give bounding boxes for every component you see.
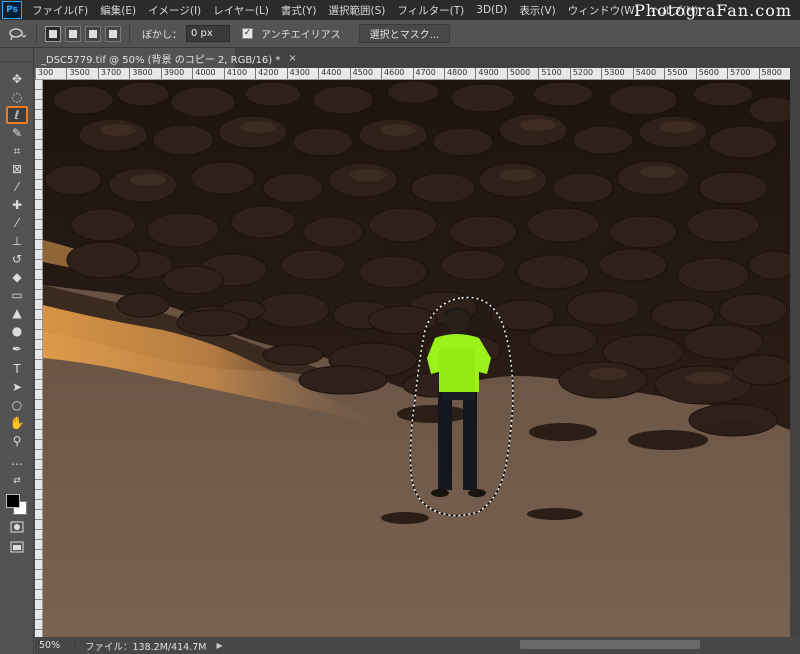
ruler-tick-label: 300 xyxy=(35,68,53,79)
separator xyxy=(36,23,37,44)
pen-tool-icon[interactable]: ✒ xyxy=(6,340,28,358)
site-watermark: PhotograFan.com xyxy=(634,1,792,20)
photoshop-logo: Ps xyxy=(2,1,22,19)
lasso-preset-icon[interactable] xyxy=(8,24,28,44)
menu-window[interactable]: ウィンドウ(W) xyxy=(562,3,645,18)
swap-colors-icon[interactable]: ⇄ xyxy=(6,472,28,490)
intersect-selection-mode-icon[interactable] xyxy=(105,25,121,42)
clone-stamp-tool-icon[interactable]: ⊥ xyxy=(6,232,28,250)
document-tab[interactable]: _DSC5779.tif @ 50% (背景 のコピー 2, RGB/16) *… xyxy=(35,48,297,68)
path-select-tool-icon[interactable]: ➤ xyxy=(6,378,28,396)
frame-tool-icon[interactable]: ⊠ xyxy=(6,160,28,178)
zoom-tool-icon[interactable]: ⚲ xyxy=(6,432,28,450)
menu-bar: Ps ファイル(F) 編集(E) イメージ(I) レイヤー(L) 書式(Y) 選… xyxy=(0,0,800,20)
brush-tool-icon[interactable]: ⁄ xyxy=(6,214,28,232)
document-tab-bar: _DSC5779.tif @ 50% (背景 のコピー 2, RGB/16) *… xyxy=(35,48,800,68)
dodge-tool-icon[interactable]: ● xyxy=(6,322,28,340)
hand-tool-icon[interactable]: ✋ xyxy=(6,414,28,432)
menu-select[interactable]: 選択範囲(S) xyxy=(323,3,392,18)
ruler-tick-label: 3900 xyxy=(160,68,184,79)
ruler-tick-label: 3700 xyxy=(97,68,121,79)
history-brush-tool-icon[interactable]: ↺ xyxy=(6,250,28,268)
ruler-tick-label: 4600 xyxy=(381,68,404,79)
ruler-tick-label: 5700 xyxy=(727,68,750,79)
crop-tool-icon[interactable]: ⌗ xyxy=(6,142,28,160)
select-and-mask-button[interactable]: 選択とマスク... xyxy=(358,24,451,43)
shape-tool-icon[interactable]: ○ xyxy=(6,396,28,414)
more-tools-icon[interactable]: … xyxy=(6,452,28,470)
ruler-tick-label: 4200 xyxy=(255,68,279,79)
close-tab-icon[interactable]: × xyxy=(288,53,296,64)
type-tool-icon[interactable]: T xyxy=(6,360,28,378)
options-bar: ぼかし： ✓ アンチエイリアス 選択とマスク... xyxy=(0,20,800,48)
eraser-tool-icon[interactable]: ◆ xyxy=(6,268,28,286)
status-menu-arrow-icon[interactable]: ▶ xyxy=(217,641,223,650)
new-selection-mode-icon[interactable] xyxy=(45,25,61,42)
ruler-tick-label: 4100 xyxy=(223,68,247,79)
image-canvas[interactable] xyxy=(43,80,790,637)
ruler-tick-label: 5600 xyxy=(695,68,719,79)
ruler-tick-label: 4500 xyxy=(349,68,373,79)
quick-select-tool-icon[interactable]: ✎ xyxy=(6,124,28,142)
ruler-tick-label: 4000 xyxy=(192,68,216,79)
lasso-tool-icon[interactable]: ℓ xyxy=(6,106,28,124)
quick-mask-icon[interactable] xyxy=(6,518,28,536)
menu-view[interactable]: 表示(V) xyxy=(513,3,561,18)
add-selection-mode-icon[interactable] xyxy=(65,25,81,42)
vertical-scrollbar[interactable] xyxy=(790,68,800,637)
menu-filter[interactable]: フィルター(T) xyxy=(391,3,470,18)
ruler-tick-label: 5800 xyxy=(758,68,782,79)
menu-image[interactable]: イメージ(I) xyxy=(142,3,207,18)
foreground-color-swatch[interactable] xyxy=(6,494,20,508)
ruler-tick-label: 5200 xyxy=(569,68,593,79)
beach-photo xyxy=(43,80,790,637)
subtract-selection-mode-icon[interactable] xyxy=(85,25,101,42)
ruler-tick-label: 3800 xyxy=(129,68,153,79)
horizontal-ruler[interactable]: 300 3500 3700 3800 3900 4000 4100 4200 4300 4400 4… xyxy=(35,68,790,80)
antialias-checkbox[interactable]: ✓ xyxy=(242,28,253,39)
tools-panel: ✥ ◌ ℓ ✎ ⌗ ⊠ ⁄ ✚ ⁄ ⊥ ↺ ◆ ▭ ▲ ● ✒ T ➤ ○ ✋ ⚲… ⇄ xyxy=(0,48,34,654)
marquee-tool-icon[interactable]: ◌ xyxy=(6,88,28,106)
ruler-tick-label: 5500 xyxy=(664,68,688,79)
ruler-tick-label: 4900 xyxy=(475,68,499,79)
move-tool-icon[interactable]: ✥ xyxy=(6,70,28,88)
eyedropper-tool-icon[interactable]: ⁄ xyxy=(6,178,28,196)
ruler-tick-label: 4300 xyxy=(286,68,310,79)
screen-mode-icon[interactable] xyxy=(6,538,28,556)
horizontal-scrollbar-thumb[interactable] xyxy=(520,640,700,649)
gradient-tool-icon[interactable]: ▭ xyxy=(6,286,28,304)
document-tab-title: _DSC5779.tif @ 50% (背景 のコピー 2, RGB/16) * xyxy=(41,54,281,66)
antialias-label: アンチエイリアス xyxy=(261,30,341,41)
ruler-tick-label: 4400 xyxy=(318,68,341,79)
menu-edit[interactable]: 編集(E) xyxy=(94,3,142,18)
ruler-tick-label: 3500 xyxy=(66,68,90,79)
ruler-tick-label: 5400 xyxy=(632,68,656,79)
menu-type[interactable]: 書式(Y) xyxy=(275,3,323,18)
menu-3d[interactable]: 3D(D) xyxy=(470,4,513,16)
ruler-tick-label: 4800 xyxy=(443,68,467,79)
menu-layer[interactable]: レイヤー(L) xyxy=(207,3,275,18)
ruler-tick-label: 4700 xyxy=(412,68,436,79)
ruler-tick-label: 5000 xyxy=(506,68,530,79)
menu-file[interactable]: ファイル(F) xyxy=(26,3,94,18)
zoom-level[interactable]: 50% xyxy=(35,640,75,651)
blur-tool-icon[interactable]: ▲ xyxy=(6,304,28,322)
healing-brush-tool-icon[interactable]: ✚ xyxy=(6,196,28,214)
panel-grip[interactable] xyxy=(0,48,33,62)
file-size-info: ファイル：138.2M/414.7M xyxy=(85,641,207,653)
ruler-tick-label: 5100 xyxy=(538,68,562,79)
feather-input[interactable] xyxy=(186,25,230,42)
separator xyxy=(129,23,130,44)
feather-label: ぼかし： xyxy=(142,30,182,41)
vertical-ruler[interactable] xyxy=(35,80,43,637)
ruler-tick-label: 5300 xyxy=(601,68,625,79)
